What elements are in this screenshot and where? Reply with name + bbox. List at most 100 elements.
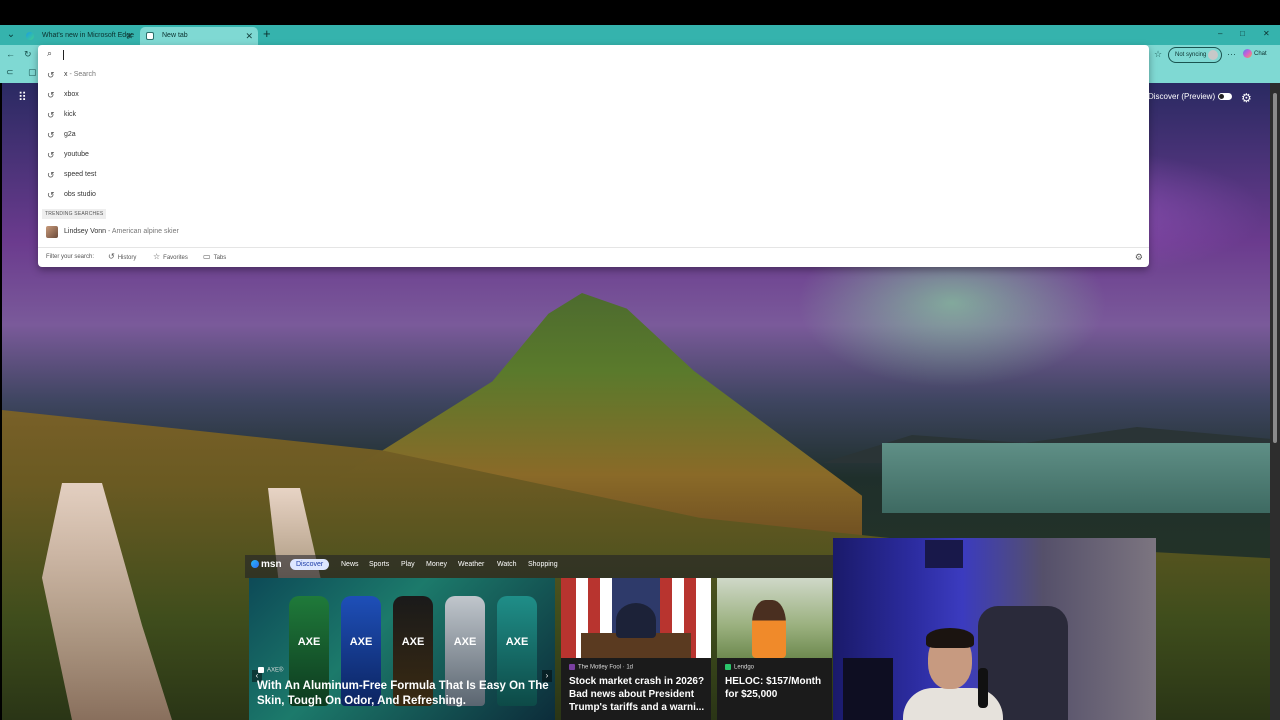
trending-searches-heading: TRENDING SEARCHES — [42, 209, 107, 219]
address-input[interactable]: ⌕ — [38, 45, 1149, 65]
new-tab-plus-icon[interactable]: + — [263, 26, 271, 41]
copilot-icon — [1243, 49, 1252, 58]
news-card-lendgo[interactable]: Lendgo HELOC: $157/Month for $25,000 — [717, 578, 832, 720]
msn-nav-bar: msn Discover News Sports Play Money Weat… — [245, 555, 835, 578]
tab-view-icon[interactable]: ▢ — [28, 67, 37, 78]
filter-label: Filter your search: — [46, 254, 95, 260]
more-options-icon[interactable]: ··· — [1227, 49, 1236, 59]
msn-butterfly-icon — [251, 560, 259, 569]
wall-picture — [925, 540, 963, 568]
suggestion-text: xbox — [64, 91, 79, 98]
refresh-icon[interactable]: ↻ — [24, 49, 32, 60]
history-icon: ↺ — [47, 170, 55, 180]
filter-row: Filter your search: ↺ History ☆ Favorites … — [38, 247, 1149, 267]
msn-tab-shopping[interactable]: Shopping — [522, 559, 564, 570]
msn-tab-watch[interactable]: Watch — [491, 559, 523, 570]
tab-whats-new[interactable]: What's new in Microsoft Edge ✕ — [20, 27, 138, 45]
suggestion-item[interactable]: ↺ xbox — [38, 85, 1149, 105]
minimize-icon[interactable]: – — [1218, 29, 1222, 38]
close-tab-icon[interactable]: ✕ — [125, 27, 133, 45]
tabs-icon: ▭ — [203, 252, 211, 261]
history-icon: ↺ — [47, 70, 55, 80]
scrollbar-thumb[interactable] — [1273, 93, 1277, 443]
tab-new-tab[interactable]: New tab ✕ — [140, 27, 258, 45]
card-title: Stock market crash in 2026? Bad news abo… — [569, 676, 705, 713]
history-icon: ↺ — [47, 130, 55, 140]
history-icon: ↺ — [47, 150, 55, 160]
discover-label: Discover (Preview) — [1148, 92, 1216, 101]
news-card-motley-fool[interactable]: The Motley Fool · 1d Stock market crash … — [561, 578, 711, 720]
screen: ⌄ What's new in Microsoft Edge ✕ New tab… — [0, 0, 1280, 720]
suggestion-item[interactable]: ↺ x - Search — [38, 65, 1149, 85]
tab-actions-menu-icon[interactable]: ⌄ — [4, 28, 18, 42]
streamer-body — [903, 688, 1003, 720]
avatar — [1208, 50, 1218, 60]
person-shape — [752, 600, 786, 658]
msn-tab-discover[interactable]: Discover — [290, 559, 330, 570]
card-title: HELOC: $157/Month for $25,000 — [725, 676, 822, 700]
suggestion-item[interactable]: ↺ obs studio — [38, 185, 1149, 205]
chip-label: History — [117, 255, 137, 261]
msn-tab-play[interactable]: Play — [395, 559, 421, 570]
msn-tab-weather[interactable]: Weather — [452, 559, 490, 570]
history-icon: ↺ — [47, 90, 55, 100]
back-icon[interactable]: ← — [6, 49, 15, 59]
filter-history-chip[interactable]: ↺ History — [108, 248, 136, 267]
tab-label: What's new in Microsoft Edge — [42, 32, 134, 39]
msn-logo[interactable]: msn — [251, 559, 282, 570]
text-caret — [63, 50, 64, 60]
tab-strip: ⌄ What's new in Microsoft Edge ✕ New tab… — [0, 25, 1280, 45]
window-close-icon[interactable]: ✕ — [1263, 29, 1270, 38]
person-shape — [616, 603, 656, 638]
card-title: With An Aluminum-Free Formula That Is Ea… — [257, 680, 549, 707]
history-icon: ↺ — [47, 110, 55, 120]
search-settings-gear-icon[interactable]: ⚙ — [1135, 248, 1143, 266]
filter-favorites-chip[interactable]: ☆ Favorites — [153, 248, 188, 267]
favorites-star-icon[interactable]: ☆ — [1154, 49, 1162, 60]
tab-label: New tab — [162, 32, 188, 39]
trending-text: Lindsey Vonn — [64, 228, 107, 235]
new-tab-favicon-icon — [146, 32, 154, 40]
filter-tabs-chip[interactable]: ▭ Tabs — [203, 248, 226, 267]
trending-sub: - American alpine skier — [106, 228, 179, 235]
chip-label: Tabs — [213, 255, 227, 261]
search-icon: ⌕ — [47, 48, 53, 58]
suggestion-item[interactable]: ↺ g2a — [38, 125, 1149, 145]
sidebar-icon[interactable]: ⊂ — [6, 67, 14, 78]
top-black-band — [0, 0, 1280, 25]
trending-thumbnail — [46, 226, 58, 238]
chat-label: Chat — [1254, 51, 1267, 58]
toggle-switch[interactable] — [1218, 93, 1233, 101]
page-settings-gear-icon[interactable]: ⚙ — [1241, 91, 1252, 105]
profile-sync-button[interactable]: Not syncing — [1168, 47, 1222, 63]
source-logo-icon — [258, 667, 264, 673]
suggestion-item[interactable]: ↺ youtube — [38, 145, 1149, 165]
suggestion-text: speed test — [64, 171, 97, 178]
msn-logo-text: msn — [261, 559, 282, 570]
history-icon: ↺ — [108, 252, 115, 261]
maximize-icon[interactable]: □ — [1240, 29, 1245, 38]
close-tab-icon[interactable]: ✕ — [245, 27, 253, 45]
news-card-axe[interactable]: AXE AXE AXE AXE AXE ‹ › AXE® With An Alu… — [249, 578, 555, 720]
edge-favicon-icon — [26, 32, 34, 40]
scrollbar[interactable] — [1270, 83, 1280, 720]
app-launcher-icon[interactable]: ⠿ — [18, 91, 30, 103]
msn-tab-news[interactable]: News — [335, 559, 365, 570]
microphone-shape — [978, 668, 988, 708]
suggestion-item[interactable]: ↺ speed test — [38, 165, 1149, 185]
history-icon: ↺ — [47, 190, 55, 200]
suggestion-item[interactable]: ↺ kick — [38, 105, 1149, 125]
card-source: The Motley Fool · 1d — [569, 664, 633, 671]
copilot-chat-button[interactable]: Chat — [1243, 49, 1267, 58]
card-source: AXE® — [258, 667, 283, 674]
source-logo-icon — [569, 664, 575, 670]
streamer-hair — [926, 628, 974, 648]
suggestion-text: youtube — [64, 151, 89, 158]
trending-item[interactable]: Lindsey Vonn - American alpine skier — [38, 222, 1149, 242]
webcam-overlay — [833, 538, 1156, 720]
suggestion-text: obs studio — [64, 191, 96, 198]
msn-tab-money[interactable]: Money — [420, 559, 453, 570]
suggestion-text: g2a — [64, 131, 76, 138]
msn-tab-sports[interactable]: Sports — [363, 559, 395, 570]
discover-toggle[interactable]: Discover (Preview) — [1148, 92, 1233, 101]
